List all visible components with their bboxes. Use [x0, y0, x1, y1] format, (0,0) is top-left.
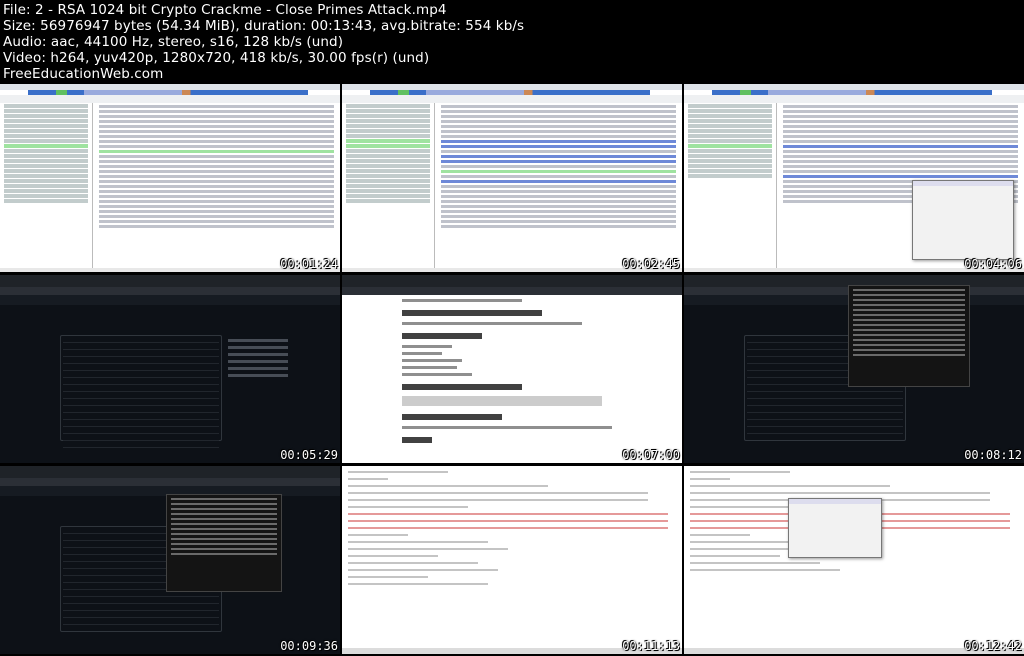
github-repo-page: [0, 305, 340, 463]
audio-info-line: Audio: aac, 44100 Hz, stereo, s16, 128 k…: [3, 34, 344, 50]
timestamp-label: 00:09:36: [280, 639, 338, 653]
about-sidebar: [228, 335, 288, 381]
ida-functions-panel: [0, 103, 93, 268]
input-dialog: [788, 498, 882, 558]
readme-page: [342, 295, 682, 463]
thumbnail-source-code-editor: 00:11:13: [342, 466, 682, 654]
browser-titlebar: [0, 275, 340, 287]
file-list: [60, 335, 222, 448]
thumbnail-github-terminal-overlay: 00:08:12: [684, 275, 1024, 463]
browser-tabs: [0, 478, 340, 486]
timestamp-label: 00:11:13: [622, 639, 680, 653]
terminal-window: [166, 494, 282, 592]
thumbnail-ida-comments-dialog: 00:04:06: [684, 84, 1024, 272]
browser-titlebar: [0, 466, 340, 478]
comment-dialog: [912, 180, 1014, 260]
ida-disassembly-view: [435, 103, 682, 268]
thumbnail-ida-disassembly-1: 00:01:24: [0, 84, 340, 272]
code-editor-view: [684, 466, 1024, 654]
thumbnail-github-readme-light: 00:07:00: [342, 275, 682, 463]
timestamp-label: 00:12:42: [964, 639, 1022, 653]
ida-functions-panel: [342, 103, 435, 268]
browser-tabs: [342, 287, 682, 295]
timestamp-label: 00:04:06: [964, 257, 1022, 271]
thumbnail-github-repo-dark: 00:05:29: [0, 275, 340, 463]
file-info-header: File: 2 - RSA 1024 bit Crypto Crackme - …: [0, 0, 1024, 82]
github-navbar: [0, 295, 340, 305]
ida-functions-panel: [684, 103, 777, 268]
timestamp-label: 00:02:45: [622, 257, 680, 271]
thumbnail-source-code-dialog: 00:12:42: [684, 466, 1024, 654]
timestamp-label: 00:05:29: [280, 448, 338, 462]
video-info-line: Video: h264, yuv420p, 1280x720, 418 kb/s…: [3, 50, 430, 66]
terminal-window: [848, 285, 970, 387]
thumbnail-github-terminal-overlay-2: 00:09:36: [0, 466, 340, 654]
timestamp-label: 00:08:12: [964, 448, 1022, 462]
code-editor-view: [342, 466, 682, 654]
browser-tabs: [0, 287, 340, 295]
thumbnail-ida-comments-1: 00:02:45: [342, 84, 682, 272]
file-size-line: Size: 56976947 bytes (54.34 MiB), durati…: [3, 18, 525, 34]
ida-disassembly-view: [93, 103, 340, 268]
timestamp-label: 00:07:00: [622, 448, 680, 462]
watermark-line: FreeEducationWeb.com: [3, 66, 164, 82]
timestamp-label: 00:01:24: [280, 257, 338, 271]
file-name-line: File: 2 - RSA 1024 bit Crypto Crackme - …: [3, 2, 447, 18]
browser-titlebar: [342, 275, 682, 287]
